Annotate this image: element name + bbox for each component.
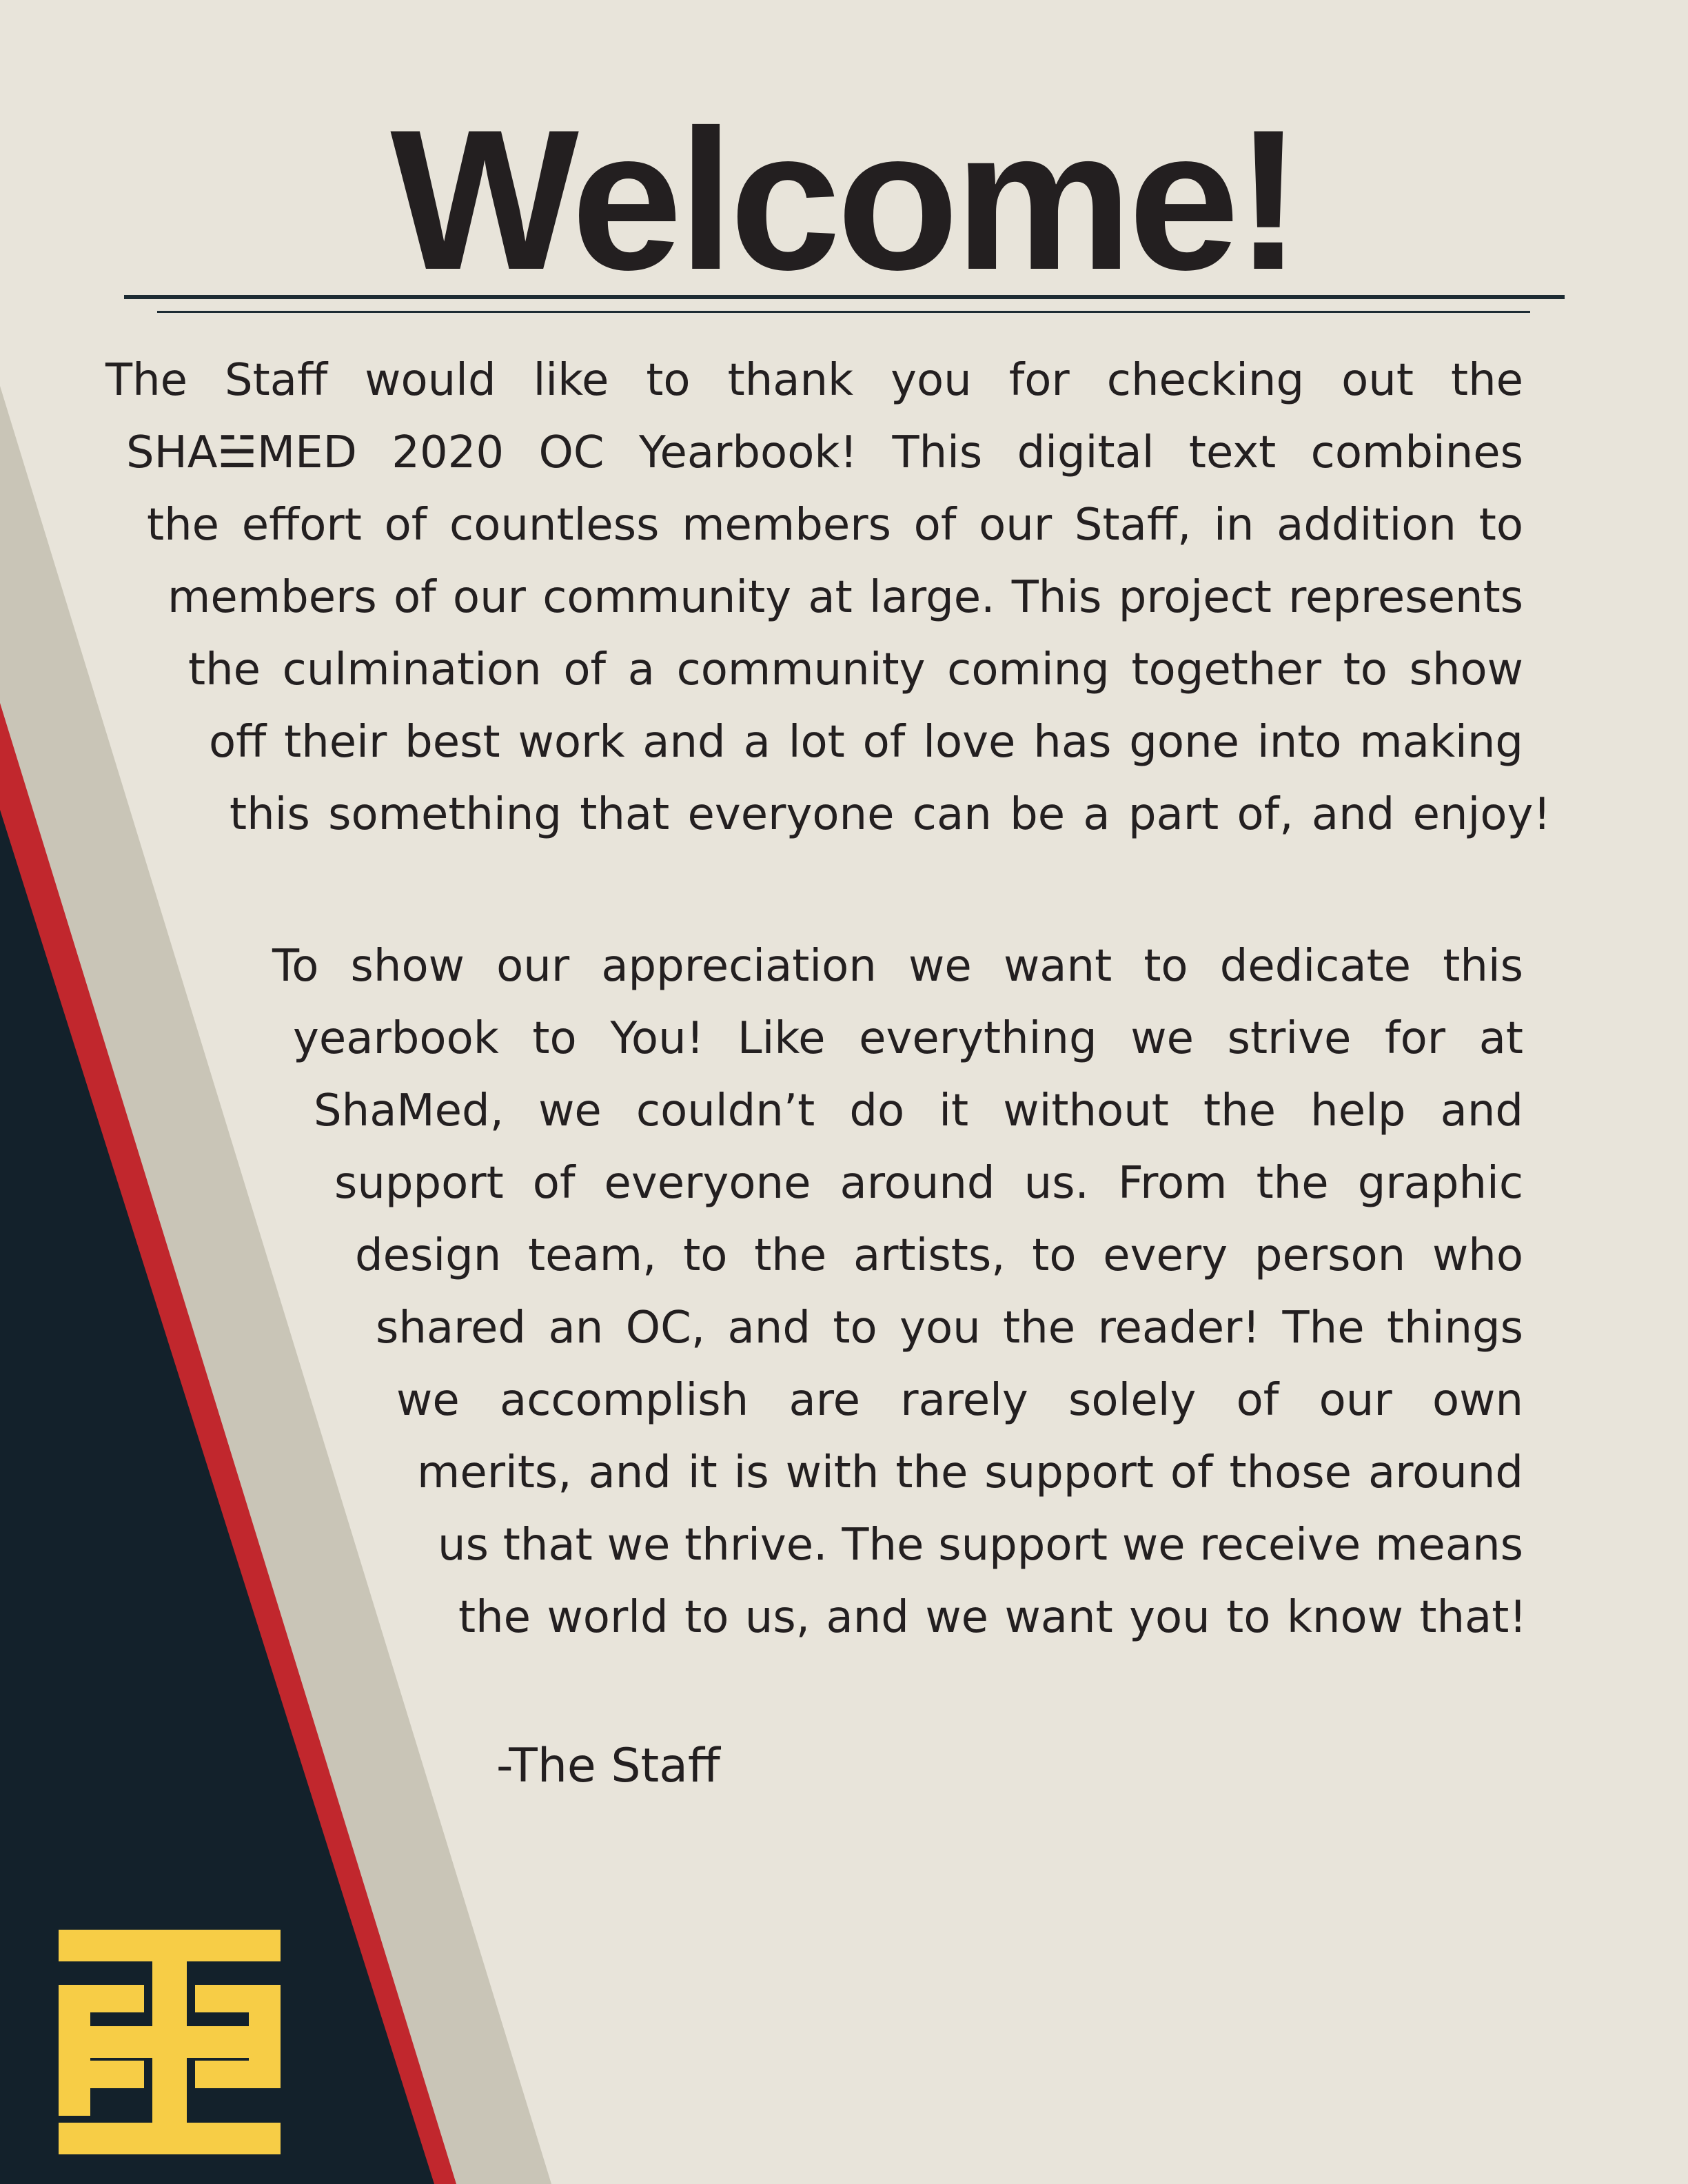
title-underline-thick (124, 295, 1565, 299)
page-title: Welcome! (390, 88, 1301, 312)
paragraph-line: the effort of countless members of our S… (147, 500, 1523, 551)
paragraph-line: we accomplish are rarely solely of our o… (396, 1375, 1523, 1426)
paragraph-line: off their best work and a lot of love ha… (209, 717, 1523, 768)
paragraph-line: members of our community at large. This … (167, 572, 1523, 623)
dedication-paragraph: To show our appreciation we want to dedi… (0, 930, 1527, 1654)
paragraph-line: the culmination of a community coming to… (188, 644, 1523, 695)
paragraph-line: merits, and it is with the support of th… (417, 1447, 1523, 1498)
intro-paragraph: The Staff would like to thank you for ch… (0, 345, 1551, 851)
paragraph-line: shared an OC, and to you the reader! The… (376, 1303, 1523, 1354)
paragraph-line: support of everyone around us. From the … (334, 1158, 1523, 1209)
paragraph-line: The Staff would like to thank you for ch… (105, 355, 1523, 406)
paragraph-line: To show our appreciation we want to dedi… (272, 941, 1523, 992)
signature: -The Staff (496, 1739, 720, 1793)
paragraph-line: design team, to the artists, to every pe… (355, 1230, 1523, 1281)
title-underline-thin (157, 311, 1530, 313)
paragraph-line: us that we thrive. The support we receiv… (438, 1520, 1523, 1571)
paragraph-line: SHA☱MED 2020 OC Yearbook! This digital t… (126, 427, 1523, 478)
welcome-page: Welcome! The Staff would like to thank y… (0, 0, 1688, 2184)
paragraph-line: this something that everyone can be a pa… (230, 789, 1551, 840)
paragraph-line: the world to us, and we want you to know… (458, 1592, 1527, 1643)
paragraph-line: yearbook to You! Like everything we stri… (293, 1013, 1523, 1064)
paragraph-line: ShaMed, we couldn’t do it without the he… (314, 1085, 1523, 1136)
